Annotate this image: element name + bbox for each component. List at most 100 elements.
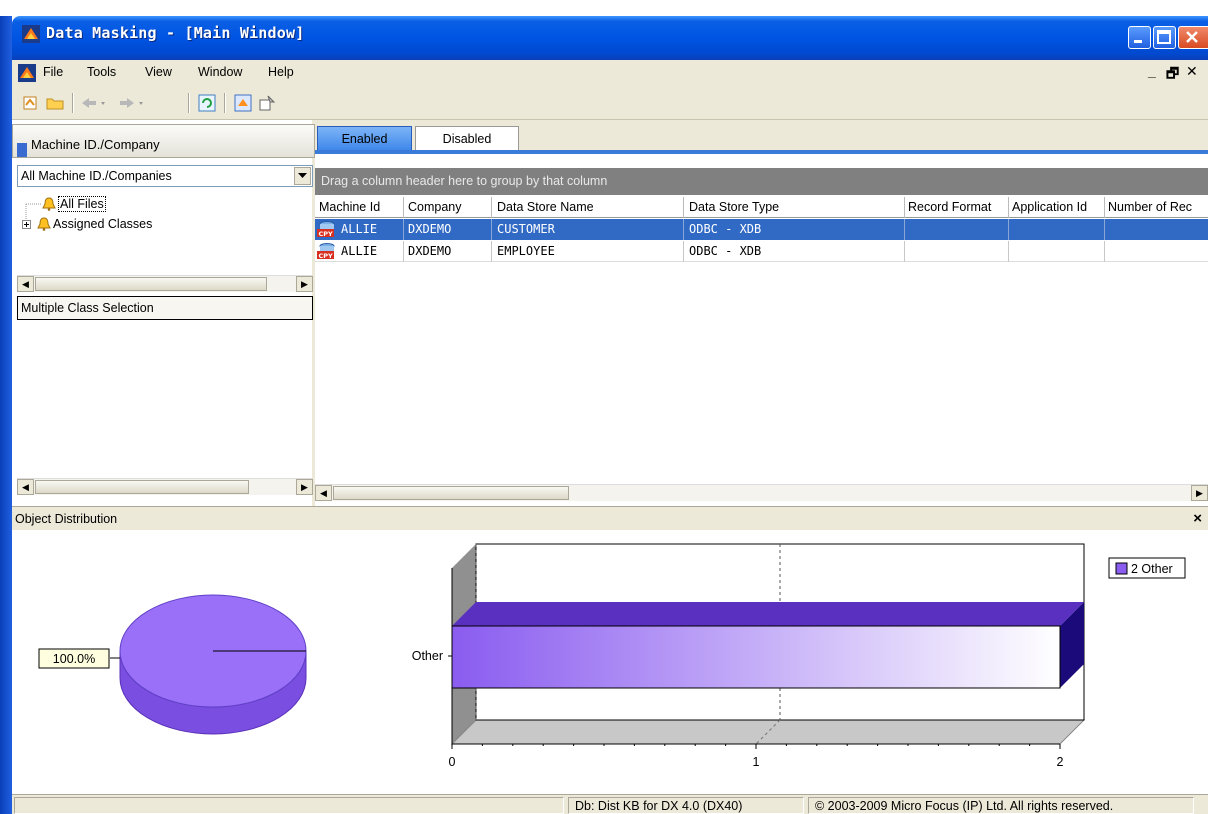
distribution-charts: 100.0% 0 1 2 Other 2 Other	[38, 543, 1186, 769]
minimize-icon	[1134, 40, 1142, 43]
app-icon	[22, 25, 40, 43]
menu-tools[interactable]: Tools	[87, 65, 116, 79]
tree-item-label: All Files	[58, 196, 106, 212]
svg-text:CPY: CPY	[319, 230, 334, 238]
scroll-right-button[interactable]: ▶	[296, 276, 313, 292]
close-button[interactable]	[1178, 26, 1208, 49]
tree-item-all-files[interactable]: All Files	[42, 196, 106, 212]
scroll-left-button[interactable]: ◀	[17, 479, 34, 495]
menu-view[interactable]: View	[145, 65, 172, 79]
cell-divider	[1008, 219, 1009, 240]
mask-button[interactable]	[232, 93, 254, 113]
column-header-data-store-type[interactable]: Data Store Type	[689, 200, 903, 214]
scroll-right-button[interactable]: ▶	[1191, 485, 1208, 501]
window-title: Data Masking - [Main Window]	[46, 24, 305, 42]
bar-chart: 0 1 2 Other	[412, 543, 1086, 769]
toolbar	[12, 86, 1208, 120]
chart-legend: 2 Other	[1108, 557, 1186, 579]
scroll-right-button[interactable]: ▶	[296, 479, 313, 495]
minimize-button[interactable]	[1128, 26, 1151, 49]
cell-data-store-name: EMPLOYEE	[497, 244, 555, 258]
cell-divider	[491, 241, 492, 262]
x-axis-tick-labels: 0 1 2	[449, 755, 1064, 769]
tree-item-assigned-classes[interactable]: Assigned Classes	[22, 217, 152, 231]
left-pane: Machine ID./Company All Machine ID./Comp…	[12, 120, 315, 506]
chevron-down-icon	[298, 173, 307, 178]
group-by-bar[interactable]: Drag a column header here to group by th…	[315, 168, 1208, 195]
title-bar[interactable]: Data Masking - [Main Window]	[12, 16, 1208, 60]
combo-dropdown-button[interactable]	[294, 167, 311, 185]
menu-bar: File Tools View Window Help _ 🗗 ✕	[12, 60, 1208, 86]
combo-value: All Machine ID./Companies	[21, 169, 172, 183]
multiple-class-selection-label: Multiple Class Selection	[21, 301, 154, 315]
cell-divider	[1104, 241, 1105, 262]
cell-data-store-type: ODBC - XDB	[689, 244, 762, 258]
data-store-icon: CPY	[317, 221, 335, 238]
menu-window[interactable]: Window	[198, 65, 242, 79]
window-border	[0, 16, 12, 814]
x-axis-ticks	[451, 744, 1061, 749]
column-header-company[interactable]: Company	[408, 200, 490, 214]
expand-plus-icon[interactable]	[22, 219, 31, 229]
grid-horizontal-scrollbar[interactable]: ◀ ▶	[315, 484, 1208, 501]
column-header-record-format[interactable]: Record Format	[908, 200, 1008, 214]
maximize-icon	[1157, 30, 1171, 44]
machine-company-combo[interactable]: All Machine ID./Companies	[17, 165, 313, 187]
app-menu-icon[interactable]	[18, 64, 36, 82]
cell-machine-id: ALLIE	[341, 244, 378, 258]
cell-company: DXDEMO	[408, 244, 452, 258]
column-header-number-of-records[interactable]: Number of Rec	[1108, 200, 1208, 214]
maximize-button[interactable]	[1153, 26, 1176, 49]
toolbar-separator	[72, 93, 74, 113]
cell-divider	[683, 241, 684, 262]
machine-company-header[interactable]: Machine ID./Company	[12, 124, 315, 158]
column-divider[interactable]	[683, 197, 684, 218]
tab-enabled[interactable]: Enabled	[317, 126, 412, 150]
open-button[interactable]	[20, 93, 42, 113]
folder-icon	[46, 98, 64, 110]
forward-button[interactable]	[116, 93, 150, 113]
column-divider[interactable]	[1008, 197, 1009, 218]
x-axis-tick-label: 1	[753, 755, 760, 769]
refresh-button[interactable]	[196, 93, 218, 113]
properties-button[interactable]	[256, 93, 278, 113]
object-distribution-close-button[interactable]: ×	[1193, 510, 1202, 527]
column-header-data-store-name[interactable]: Data Store Name	[497, 200, 683, 214]
mdi-minimize-button[interactable]: _	[1148, 63, 1156, 79]
column-divider[interactable]	[904, 197, 905, 218]
cell-divider	[491, 219, 492, 240]
bar-other	[451, 625, 1061, 689]
table-row[interactable]: CPY ALLIE DXDEMO EMPLOYEE ODBC - XDB	[315, 241, 1208, 262]
back-button[interactable]	[78, 93, 112, 113]
x-axis-tick-label: 2	[1057, 755, 1064, 769]
column-header-application-id[interactable]: Application Id	[1012, 200, 1104, 214]
scroll-thumb[interactable]	[333, 486, 569, 500]
mdi-close-button[interactable]: ✕	[1186, 63, 1198, 80]
bell-icon	[42, 197, 56, 211]
status-bar: Db: Dist KB for DX 4.0 (DX40) © 2003-200…	[12, 794, 1208, 814]
menu-help[interactable]: Help	[268, 65, 294, 79]
folder-button[interactable]	[44, 93, 66, 113]
tree-horizontal-scrollbar[interactable]: ◀ ▶	[17, 275, 313, 292]
scroll-thumb[interactable]	[35, 480, 249, 494]
cell-data-store-name: CUSTOMER	[497, 222, 555, 236]
column-divider[interactable]	[1104, 197, 1105, 218]
column-header-machine-id[interactable]: Machine Id	[319, 200, 403, 214]
cell-divider	[683, 219, 684, 240]
scroll-thumb[interactable]	[35, 277, 267, 291]
status-copyright: © 2003-2009 Micro Focus (IP) Ltd. All ri…	[808, 797, 1194, 814]
mdi-restore-button[interactable]: 🗗	[1166, 63, 1179, 87]
tab-disabled[interactable]: Disabled	[415, 126, 519, 150]
multi-class-horizontal-scrollbar[interactable]: ◀ ▶	[17, 478, 313, 495]
scroll-left-button[interactable]: ◀	[17, 276, 34, 292]
column-divider[interactable]	[403, 197, 404, 218]
column-divider[interactable]	[491, 197, 492, 218]
multiple-class-selection-header: Multiple Class Selection	[17, 296, 313, 320]
table-row[interactable]: CPY ALLIE DXDEMO CUSTOMER ODBC - XDB	[315, 219, 1208, 240]
object-distribution-header: Object Distribution ×	[12, 506, 1208, 530]
scroll-left-button[interactable]: ◀	[315, 485, 332, 501]
tab-strip: Enabled Disabled	[315, 120, 1208, 154]
open-icon	[23, 96, 37, 110]
cell-divider	[904, 241, 905, 262]
menu-file[interactable]: File	[43, 65, 63, 79]
